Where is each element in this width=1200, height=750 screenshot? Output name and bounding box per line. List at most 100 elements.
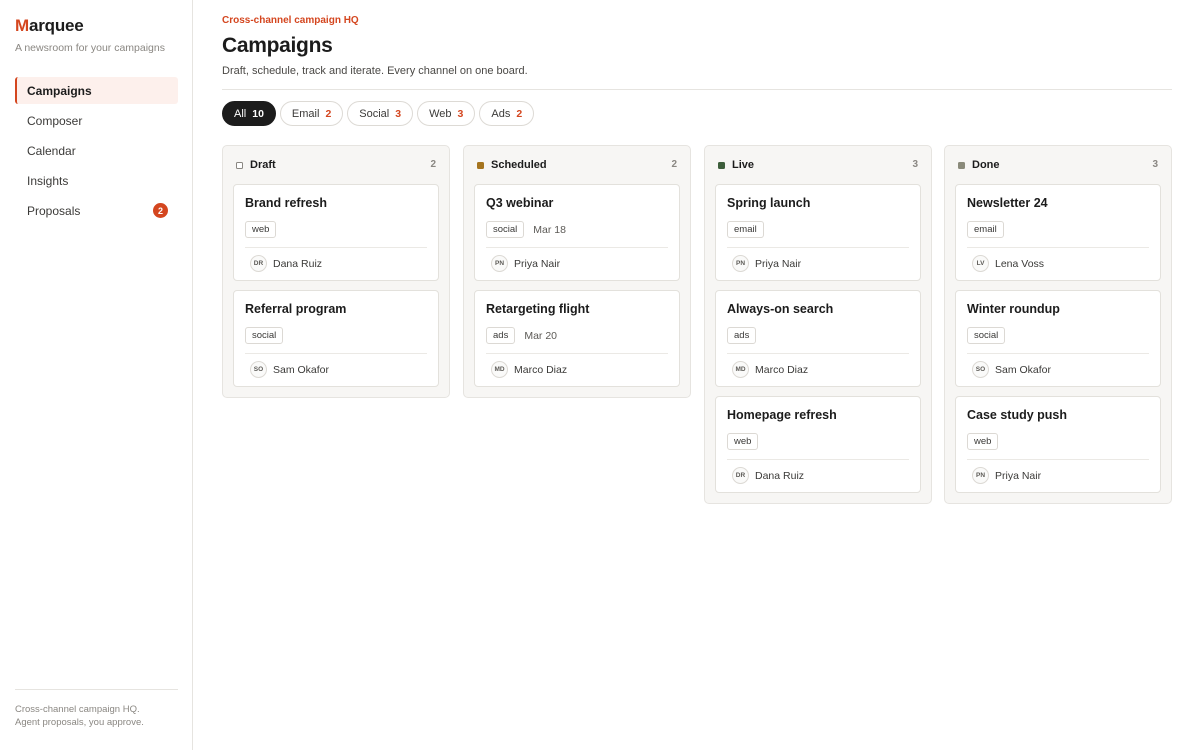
card-divider xyxy=(486,353,668,354)
avatar: PN xyxy=(972,467,989,484)
card-divider xyxy=(727,353,909,354)
campaign-card[interactable]: Retargeting flight ads Mar 20 MD Marco D… xyxy=(474,290,680,387)
campaign-owner: DR Dana Ruiz xyxy=(732,467,804,484)
column-title: Done xyxy=(972,159,1000,171)
campaign-card[interactable]: Brand refresh web DR Dana Ruiz xyxy=(233,184,439,281)
filter-chip-count: 3 xyxy=(457,107,464,120)
column-header: Live 3 xyxy=(715,146,921,184)
sidebar-item-label: Campaigns xyxy=(27,83,92,98)
owner-name: Dana Ruiz xyxy=(755,469,805,482)
page-eyebrow: Cross-channel campaign HQ xyxy=(222,15,359,26)
channel-tag: web xyxy=(727,433,759,450)
status-dot-icon xyxy=(958,161,965,169)
avatar: MD xyxy=(732,361,749,378)
campaign-owner: PN Priya Nair xyxy=(732,255,801,272)
channel-filter-bar: All 10 Email 2 Social 3 Web 3 Ads 2 xyxy=(222,101,535,126)
avatar: SO xyxy=(972,361,989,378)
avatar: DR xyxy=(732,467,749,484)
campaign-meta: web xyxy=(245,221,427,238)
card-divider xyxy=(727,459,909,460)
campaign-meta: social xyxy=(967,327,1149,344)
channel-tag: ads xyxy=(727,327,757,344)
sidebar-footer: Cross-channel campaign HQ. Agent proposa… xyxy=(15,689,178,729)
owner-name: Priya Nair xyxy=(514,257,561,270)
card-divider xyxy=(245,353,427,354)
channel-tag: email xyxy=(727,221,764,238)
filter-chip-label: Email xyxy=(291,107,320,120)
channel-tag: web xyxy=(967,433,999,450)
column-title: Draft xyxy=(250,159,276,171)
column-count: 3 xyxy=(1152,159,1158,170)
campaign-card[interactable]: Always-on search ads MD Marco Diaz xyxy=(715,290,921,387)
column-count: 2 xyxy=(430,159,436,170)
campaign-card[interactable]: Homepage refresh web DR Dana Ruiz xyxy=(715,396,921,493)
filter-chip-web[interactable]: Web 3 xyxy=(417,101,476,126)
campaign-meta: email xyxy=(967,221,1149,238)
filter-chip-label: All xyxy=(234,107,247,120)
owner-name: Lena Voss xyxy=(995,257,1045,270)
sidebar-item-label: Composer xyxy=(27,113,83,128)
card-divider xyxy=(967,459,1149,460)
campaign-card[interactable]: Q3 webinar social Mar 18 PN Priya Nair xyxy=(474,184,680,281)
sidebar-nav: Campaigns Composer Calendar Insights Pro… xyxy=(15,77,178,227)
campaign-meta: email xyxy=(727,221,909,238)
sidebar-footer-line: Agent proposals, you approve. xyxy=(15,717,144,728)
sidebar-item-calendar[interactable]: Calendar xyxy=(15,137,178,164)
campaign-title: Referral program xyxy=(245,302,347,316)
owner-name: Priya Nair xyxy=(995,469,1042,482)
campaign-card[interactable]: Case study push web PN Priya Nair xyxy=(955,396,1161,493)
board-column-live: Live 3 Spring launch email PN Priya Nair… xyxy=(704,145,932,504)
column-count: 3 xyxy=(912,159,918,170)
owner-name: Dana Ruiz xyxy=(273,257,323,270)
filter-chip-social[interactable]: Social 3 xyxy=(347,101,414,126)
channel-tag: social xyxy=(486,221,525,238)
campaign-title: Q3 webinar xyxy=(486,196,554,210)
column-header: Scheduled 2 xyxy=(474,146,680,184)
filter-chip-count: 10 xyxy=(252,107,264,120)
campaign-title: Newsletter 24 xyxy=(967,196,1048,210)
filter-chip-label: Ads xyxy=(491,107,511,120)
card-divider xyxy=(245,247,427,248)
board-column-draft: Draft 2 Brand refresh web DR Dana Ruiz R… xyxy=(222,145,450,398)
filter-chip-email[interactable]: Email 2 xyxy=(279,101,344,126)
filter-chip-all[interactable]: All 10 xyxy=(222,101,276,126)
status-dot-icon xyxy=(718,161,725,169)
channel-tag: ads xyxy=(486,327,516,344)
avatar: DR xyxy=(250,255,267,272)
channel-tag: email xyxy=(967,221,1004,238)
campaign-title: Brand refresh xyxy=(245,196,327,210)
card-divider xyxy=(727,247,909,248)
campaign-title: Homepage refresh xyxy=(727,408,837,422)
column-header: Done 3 xyxy=(955,146,1161,184)
filter-chip-ads[interactable]: Ads 2 xyxy=(479,101,535,126)
status-dot-icon xyxy=(236,161,243,169)
campaign-card[interactable]: Spring launch email PN Priya Nair xyxy=(715,184,921,281)
page-title: Campaigns xyxy=(222,34,333,57)
sidebar-item-composer[interactable]: Composer xyxy=(15,107,178,134)
sidebar-item-insights[interactable]: Insights xyxy=(15,167,178,194)
campaign-owner: MD Marco Diaz xyxy=(732,361,808,378)
campaign-card[interactable]: Winter roundup social SO Sam Okafor xyxy=(955,290,1161,387)
sidebar-item-proposals[interactable]: Proposals 2 xyxy=(15,197,178,224)
campaign-card[interactable]: Newsletter 24 email LV Lena Voss xyxy=(955,184,1161,281)
filter-chip-count: 2 xyxy=(516,107,523,120)
filter-chip-count: 3 xyxy=(395,107,402,120)
campaign-meta: social xyxy=(245,327,427,344)
campaign-meta: ads Mar 20 xyxy=(486,327,668,344)
sidebar-item-label: Proposals xyxy=(27,203,81,218)
campaign-card[interactable]: Referral program social SO Sam Okafor xyxy=(233,290,439,387)
campaign-title: Always-on search xyxy=(727,302,834,316)
sidebar-item-campaigns[interactable]: Campaigns xyxy=(15,77,178,104)
filter-chip-label: Social xyxy=(359,107,390,120)
campaign-owner: PN Priya Nair xyxy=(491,255,560,272)
campaign-title: Winter roundup xyxy=(967,302,1060,316)
owner-name: Priya Nair xyxy=(755,257,802,270)
campaign-meta: web xyxy=(967,433,1149,450)
scheduled-date: Mar 18 xyxy=(533,223,566,236)
card-divider xyxy=(486,247,668,248)
sidebar-item-label: Insights xyxy=(27,173,69,188)
campaign-meta: ads xyxy=(727,327,909,344)
avatar: PN xyxy=(732,255,749,272)
avatar: MD xyxy=(491,361,508,378)
brand-logo[interactable]: Marquee xyxy=(15,16,84,36)
